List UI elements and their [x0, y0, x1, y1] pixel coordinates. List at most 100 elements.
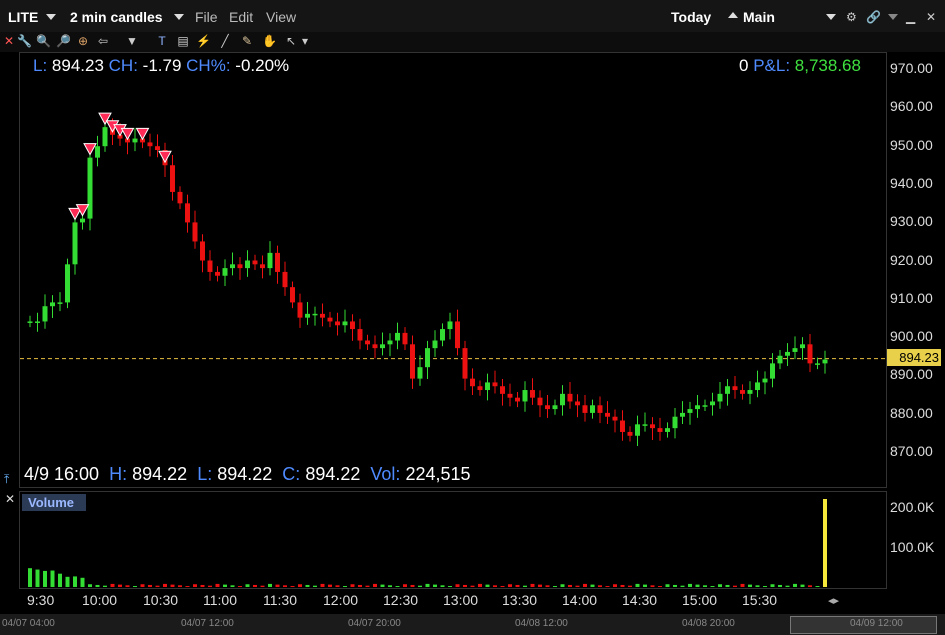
date-axis-label: 04/07 20:00: [348, 618, 401, 629]
candle-body: [680, 412, 685, 417]
volume-bar: [718, 584, 722, 587]
candle-body: [725, 386, 730, 394]
indicator-icon[interactable]: ⚡: [196, 34, 211, 48]
zoom-out-icon[interactable]: 🔎: [56, 34, 71, 48]
volume-bar: [185, 586, 190, 587]
cursor-dropdown-icon[interactable]: ▾: [298, 34, 312, 48]
volume-bar: [763, 586, 767, 587]
scroll-left-icon[interactable]: ⇦: [96, 34, 110, 48]
time-axis-label: 12:00: [323, 592, 359, 608]
interval-dropdown-icon[interactable]: [174, 14, 184, 20]
candle-body: [507, 393, 513, 398]
symbol-label[interactable]: LITE: [8, 9, 38, 25]
volume-bar: [748, 584, 752, 587]
candle-body: [500, 386, 505, 394]
wrench-icon[interactable]: 🔧: [17, 34, 32, 48]
range-caret-icon[interactable]: [728, 12, 738, 18]
ohlc-readout: 4/9 16:00 H: 894.22 L: 894.22 C: 894.22 …: [24, 464, 471, 485]
volume-bar: [493, 585, 497, 587]
menu-edit[interactable]: Edit: [229, 9, 253, 25]
gear-icon[interactable]: ⚙: [846, 10, 857, 24]
layout-tool-icon[interactable]: ▤: [176, 34, 190, 48]
candle-body: [815, 363, 820, 365]
candle-body: [282, 271, 288, 288]
close-volume-icon[interactable]: ✕: [5, 492, 15, 506]
annotation-icon[interactable]: ✎: [240, 34, 254, 48]
trade-marker: [120, 127, 135, 141]
volume-bar: [710, 586, 715, 587]
candle-body: [440, 329, 445, 341]
symbol-dropdown-icon[interactable]: [46, 14, 56, 20]
volume-bar: [425, 583, 430, 587]
volume-bar: [455, 584, 460, 587]
price-axis-label: 930.00: [890, 213, 933, 230]
date-navigator[interactable]: [0, 614, 945, 635]
candle-body: [305, 313, 310, 318]
layout-selector[interactable]: Main: [743, 9, 775, 25]
price-axis-label: 940.00: [890, 174, 933, 191]
volume-bar: [433, 584, 437, 587]
volume-pane[interactable]: [19, 491, 887, 589]
date-axis-label: 04/07 04:00: [2, 618, 55, 629]
price-axis-label: 900.00: [890, 328, 933, 345]
range-selector[interactable]: Today: [671, 9, 711, 25]
volume-bar: [635, 583, 640, 587]
crosshair-icon[interactable]: ⊕: [76, 34, 90, 48]
text-tool-icon[interactable]: T: [155, 34, 169, 48]
volume-bar: [358, 584, 362, 587]
layout-dropdown-icon[interactable]: [826, 14, 836, 20]
candle-body: [470, 378, 475, 387]
trade-marker: [135, 127, 150, 141]
menu-file[interactable]: File: [195, 9, 218, 25]
candle-body: [635, 424, 640, 436]
axis-marker-icon: ◂▸: [828, 595, 840, 607]
interval-selector[interactable]: 2 min candles: [70, 9, 163, 25]
volume-bar: [65, 576, 70, 587]
volume-bar: [523, 585, 527, 587]
close-value: 894.22: [305, 464, 361, 484]
volume-bar: [470, 585, 475, 587]
candle-body: [402, 332, 408, 345]
close-icon[interactable]: ✕: [926, 10, 936, 24]
volume-bar: [103, 585, 107, 587]
candle-body: [710, 401, 715, 406]
candle-body: [35, 321, 40, 323]
candle-body: [237, 264, 243, 269]
price-axis-label: 960.00: [890, 98, 933, 115]
link-dropdown-icon[interactable]: [888, 14, 898, 20]
candle-body: [530, 390, 535, 398]
volume-bar: [133, 586, 137, 587]
high-value: 894.22: [132, 464, 188, 484]
menu-view[interactable]: View: [266, 9, 296, 25]
zoom-in-icon[interactable]: 🔍: [36, 34, 51, 48]
candle-body: [477, 386, 483, 391]
pin-icon[interactable]: ⤒: [4, 472, 9, 487]
price-chart[interactable]: [20, 53, 886, 487]
candle-body: [447, 321, 453, 330]
candle-body: [147, 142, 153, 147]
hand-icon[interactable]: ✋: [262, 34, 277, 48]
minimize-icon[interactable]: ▁: [906, 10, 915, 24]
price-chart-pane[interactable]: [19, 52, 887, 488]
time-axis-label: 11:30: [263, 592, 297, 608]
candle-body: [192, 222, 198, 242]
trend-line-icon[interactable]: ╱: [218, 34, 232, 48]
link-icon[interactable]: 🔗: [866, 10, 881, 24]
volume-bar: [275, 584, 280, 587]
candle-body: [605, 412, 610, 417]
cursor-icon[interactable]: ↖: [284, 34, 298, 48]
close-panel-icon[interactable]: ✕: [2, 34, 16, 48]
change-label: CH:: [108, 56, 138, 75]
volume-bar: [508, 584, 512, 587]
candle-body: [395, 332, 400, 341]
candle-body: [560, 393, 565, 406]
price-axis-label: 970.00: [890, 60, 933, 76]
price-axis-label: 920.00: [890, 251, 933, 268]
volume-chart[interactable]: [20, 492, 886, 588]
volume-bar: [28, 568, 32, 587]
candle-body: [455, 321, 460, 349]
volume-bar: [380, 584, 385, 587]
time-axis-label: 11:00: [203, 592, 237, 608]
dropdown-icon[interactable]: ▼: [125, 34, 139, 48]
volume-bar: [770, 584, 775, 587]
